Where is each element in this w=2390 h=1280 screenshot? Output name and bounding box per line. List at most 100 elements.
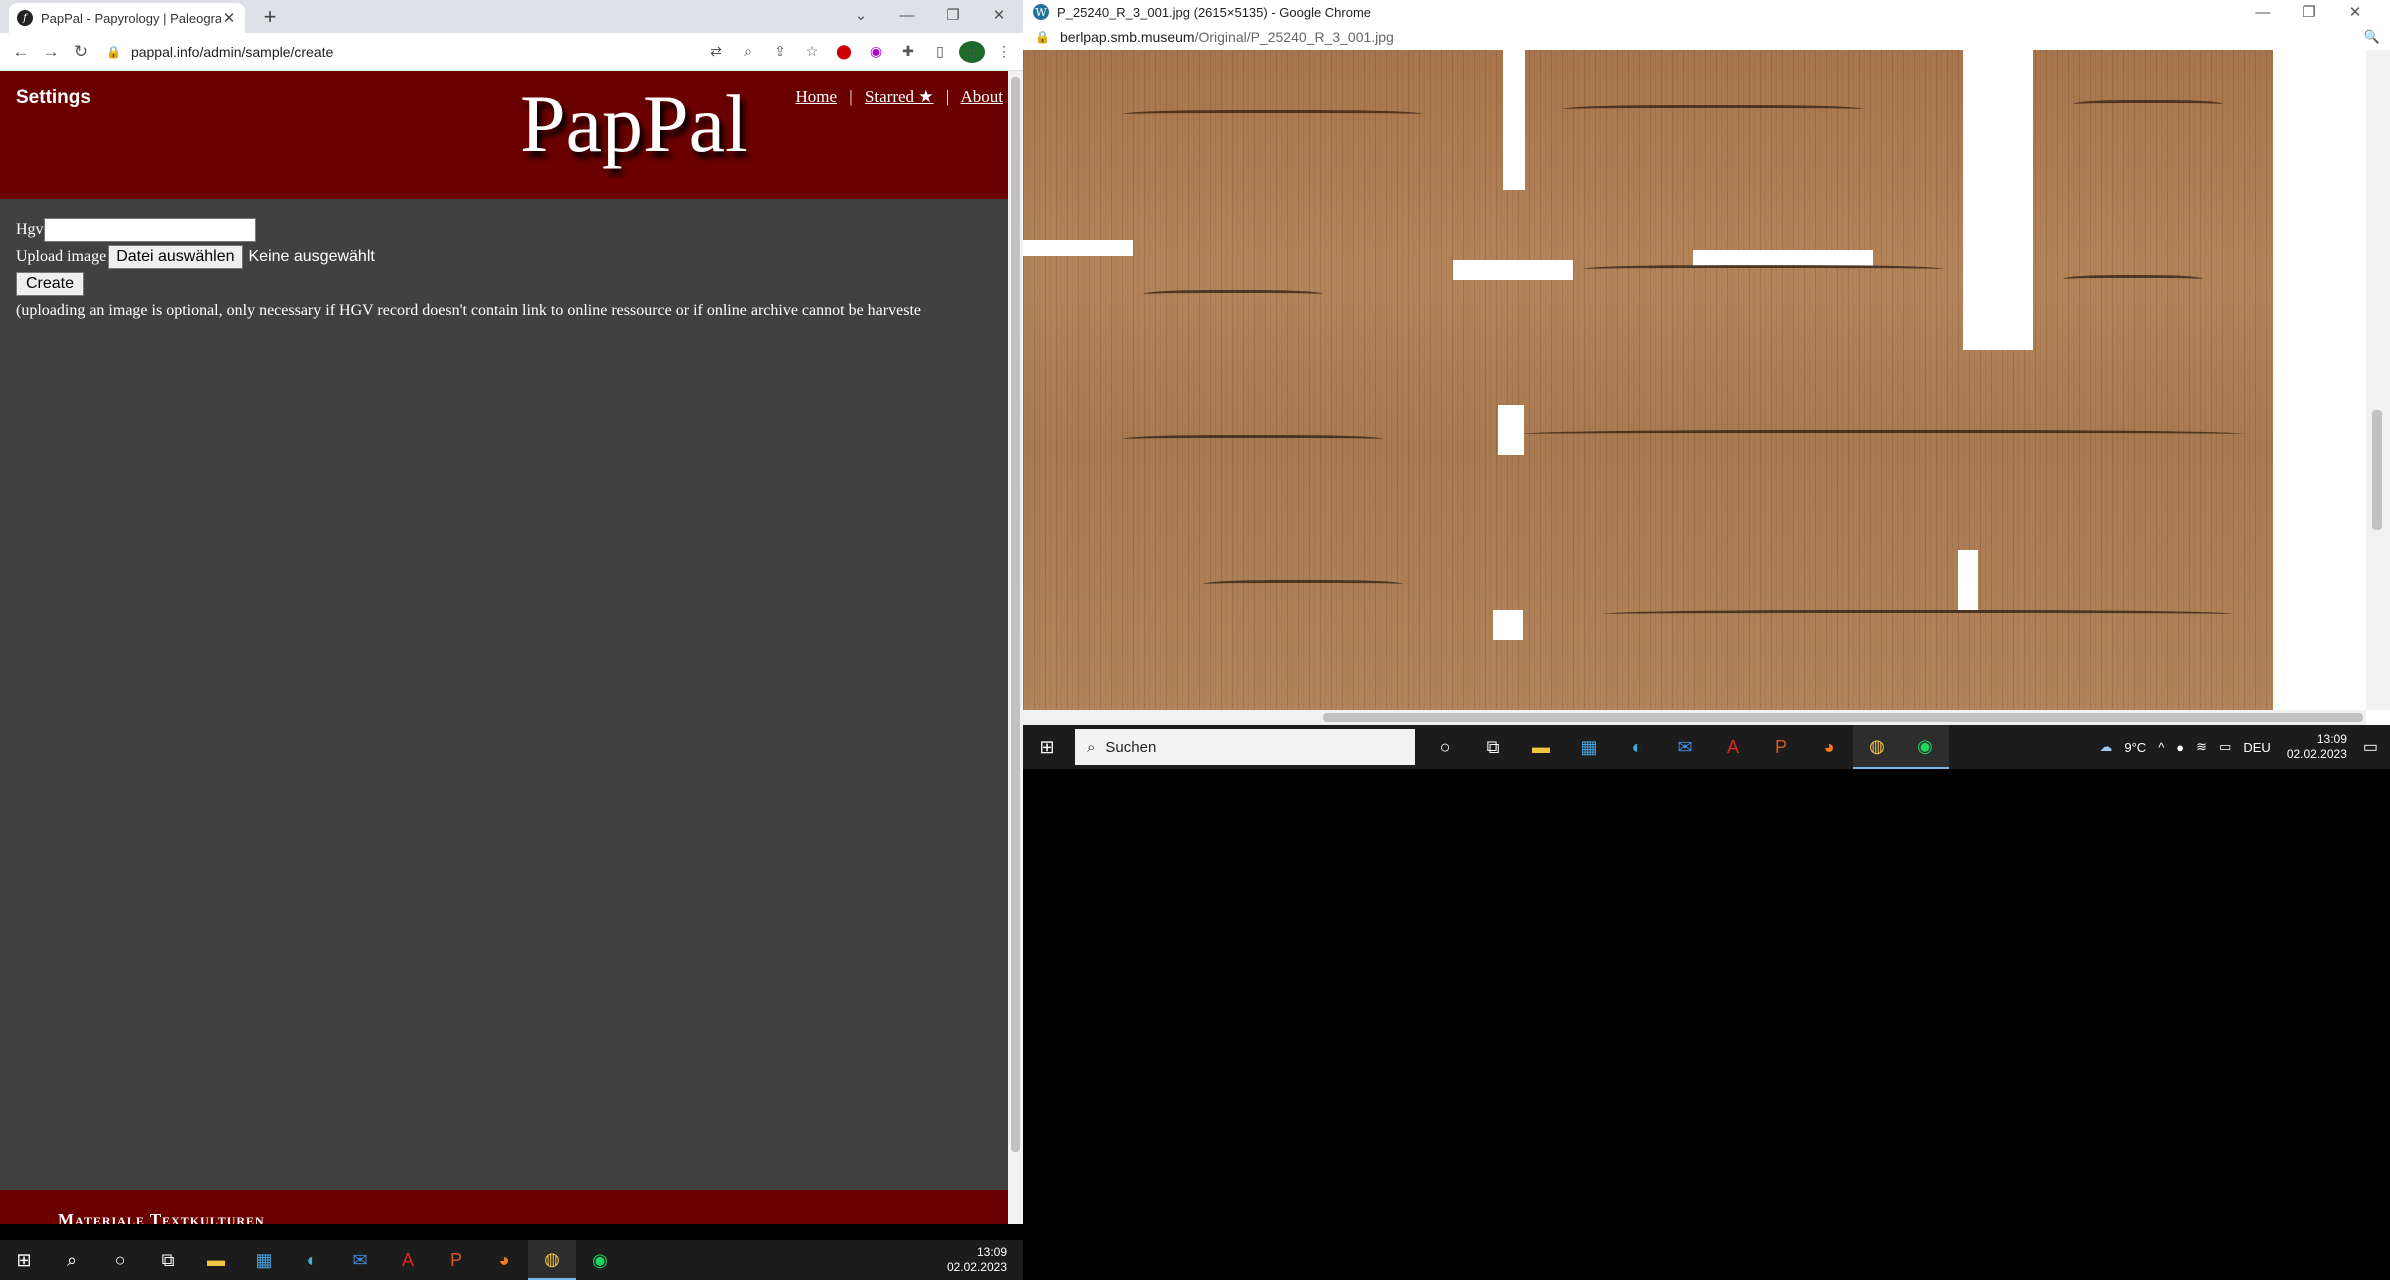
right-browser-window: W P_25240_R_3_001.jpg (2615×5135) - Goog… [1023,0,2390,725]
minimize-button[interactable]: — [884,7,930,24]
antivirus-icon[interactable]: ● [2176,740,2184,755]
zoom-icon[interactable]: ⌕ [735,43,761,60]
nav-about-link[interactable]: About [961,87,1004,106]
nav-home-link[interactable]: Home [795,87,837,106]
spotify-icon[interactable]: ◉ [576,1250,624,1271]
horizontal-scrollbar[interactable] [1023,710,2366,725]
store-icon[interactable]: ▦ [240,1250,288,1271]
restore-button[interactable]: ❐ [930,6,976,24]
address-bar[interactable]: 🔒 berlpap.smb.museum /Original/P_25240_R… [1023,24,2390,50]
tab-pappal[interactable]: f PapPal - Papyrology | Paleograph ✕ [9,3,245,33]
back-icon[interactable]: ← [6,42,36,62]
papyrus-image-viewport[interactable] [1023,50,2366,710]
tab-search-icon[interactable]: ⌄ [838,6,884,24]
edge-icon[interactable]: ◐ [288,1250,336,1271]
cloud-weather-icon[interactable]: ☁ [2099,739,2112,755]
vertical-scrollbar[interactable] [1008,71,1023,1224]
upload-image-label: Upload image [16,247,107,265]
new-tab-button[interactable]: + [256,4,284,30]
papyrus-gap [1958,550,1978,610]
mail-icon[interactable]: ✉ [1661,737,1709,758]
clock[interactable]: 13:09 02.02.2023 [2287,732,2347,762]
extension-2-icon[interactable]: ◉ [863,43,889,60]
acrobat-icon[interactable]: A [384,1250,432,1271]
windows-start-icon[interactable]: ⊞ [1023,737,1071,758]
notification-icon[interactable]: ▭ [2363,737,2378,757]
task-view-icon[interactable]: ⧉ [144,1250,192,1271]
ink-line [2073,100,2223,110]
scrollbar-thumb[interactable] [2372,410,2382,530]
mail-icon[interactable]: ✉ [336,1250,384,1271]
translate-icon[interactable]: ⇄ [703,43,729,60]
firefox-icon[interactable]: ◕ [480,1250,528,1271]
taskbar-right: ⊞ ⌕ Suchen ○ ⧉ ▬ ▦ ◐ ✉ A P ◕ ◍ ◉ ☁ 9°C ^… [1023,725,2390,769]
acrobat-icon[interactable]: A [1709,737,1757,758]
file-explorer-icon[interactable]: ▬ [1517,737,1565,758]
settings-link[interactable]: Settings [16,87,91,109]
create-button[interactable]: Create [16,271,85,296]
firefox-icon[interactable]: ◕ [1805,737,1853,758]
powerpoint-icon[interactable]: P [1757,737,1805,758]
nav-separator: | [945,87,950,106]
battery-icon[interactable]: ▭ [2219,739,2231,755]
nav-starred-link[interactable]: Starred ★ [865,87,934,106]
tab-title: PapPal - Papyrology | Paleograph [41,10,221,26]
nav-separator: | [849,87,853,106]
vertical-scrollbar[interactable] [2366,50,2390,710]
extension-icon[interactable]: ⬤ [831,43,857,60]
taskbar-left: ⊞ ⌕ ○ ⧉ ▬ ▦ ◐ ✉ A P ◕ ◍ ◉ 13:09 02.02.20… [0,1240,1023,1280]
papyrus-image [1023,50,2283,710]
hgv-input[interactable] [43,217,256,242]
reload-icon[interactable]: ↻ [66,42,96,62]
minimize-button[interactable]: — [2240,4,2286,21]
chrome-icon[interactable]: ◍ [528,1240,576,1280]
tab-close-icon[interactable]: ✕ [221,9,237,27]
clock[interactable]: 13:09 02.02.2023 [947,1245,1007,1275]
weather-temp[interactable]: 9°C [2124,740,2146,755]
cortana-icon[interactable]: ○ [1421,737,1469,758]
language-indicator[interactable]: DEU [2243,740,2270,755]
wifi-icon[interactable]: ≋ [2196,739,2207,755]
search-icon[interactable]: ⌕ [48,1250,96,1271]
share-icon[interactable]: ⇪ [767,43,793,60]
lock-icon: 🔒 [106,44,121,59]
restore-button[interactable]: ❐ [2286,3,2332,21]
store-icon[interactable]: ▦ [1565,737,1613,758]
close-window-button[interactable]: ✕ [2332,3,2378,21]
scrollbar-thumb[interactable] [1323,713,2363,722]
spotify-icon[interactable]: ◉ [1901,725,1949,769]
extensions-puzzle-icon[interactable]: ✚ [895,43,921,60]
papyrus-gap [2273,50,2283,710]
file-status-text: Keine ausgewählt [248,247,375,265]
lock-icon: 🔒 [1035,30,1050,44]
zoom-icon[interactable]: 🔍 [2364,29,2380,45]
cortana-icon[interactable]: ○ [96,1250,144,1271]
side-panel-icon[interactable]: ▯ [927,43,953,60]
powerpoint-icon[interactable]: P [432,1250,480,1271]
ink-line [1603,610,2233,620]
toolbar-icons: ⇄ ⌕ ⇪ ☆ ⬤ ◉ ✚ ▯ c ⋮ [703,40,1023,63]
profile-avatar[interactable]: c [959,40,985,63]
ink-line [1583,265,1943,275]
task-view-icon[interactable]: ⧉ [1469,737,1517,758]
system-tray: 13:09 02.02.2023 [937,1245,1023,1275]
chrome-icon[interactable]: ◍ [1853,725,1901,769]
close-window-button[interactable]: ✕ [976,6,1022,24]
clock-time: 13:09 [2316,732,2347,746]
menu-kebab-icon[interactable]: ⋮ [991,43,1017,60]
ink-line [1523,430,2243,440]
bookmark-star-icon[interactable]: ☆ [799,43,825,60]
choose-file-button[interactable]: Datei auswählen [108,244,243,269]
file-explorer-icon[interactable]: ▬ [192,1250,240,1271]
tray-overflow-icon[interactable]: ^ [2158,740,2164,755]
edge-icon[interactable]: ◐ [1613,737,1661,758]
pappal-favicon-icon: f [17,10,33,26]
forward-icon[interactable]: → [36,42,66,62]
clock-date: 02.02.2023 [946,1260,1007,1274]
papyrus-gap [1693,250,1873,266]
windows-start-icon[interactable]: ⊞ [0,1250,48,1271]
taskbar-search-box[interactable]: ⌕ Suchen [1075,729,1415,765]
address-bar[interactable]: 🔒 pappal.info/admin/sample/create [106,37,703,67]
ink-line [1123,110,1423,120]
scrollbar-thumb[interactable] [1011,77,1020,1152]
